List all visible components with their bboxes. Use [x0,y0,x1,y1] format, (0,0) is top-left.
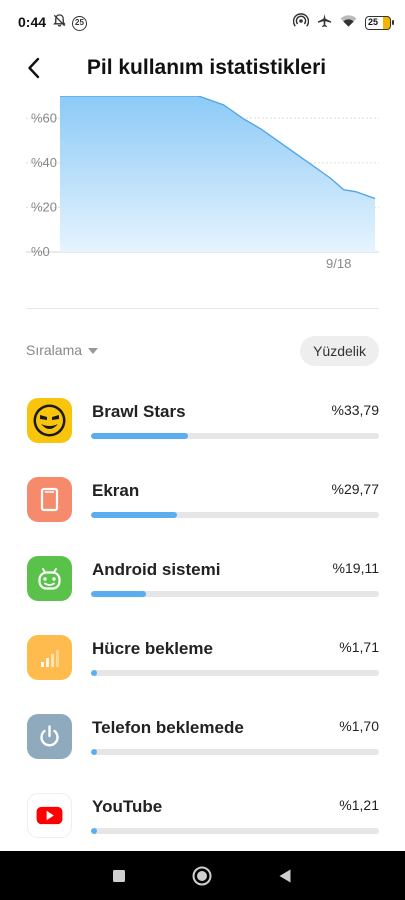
usage-bar-fill [91,749,97,755]
header: Pil kullanım istatistikleri [0,44,405,94]
sort-dropdown[interactable]: Sıralama [26,342,99,358]
navigation-bar [0,851,405,900]
app-row-youtube[interactable]: YouTube %1,21 [0,779,405,858]
usage-bar-track [91,670,379,676]
airplane-icon [317,13,332,33]
page-title: Pil kullanım istatistikleri [86,56,327,79]
app-usage-value: %1,71 [339,639,379,655]
home-icon[interactable] [191,865,213,887]
chevron-down-icon [88,347,99,354]
sort-row: Sıralama Yüzdelik [26,336,379,366]
battery-icon: 25 [365,16,394,30]
sort-label: Sıralama [26,342,83,358]
usage-bar-track [91,749,379,755]
brawl-stars-icon [27,398,72,443]
android-icon [27,556,72,601]
power-icon [27,714,72,759]
battery-usage-chart: %60 %40 %20 %0 9/18 [0,96,405,276]
wifi-icon [340,14,357,33]
app-name: Android sistemi [92,560,221,579]
app-list: Brawl Stars %33,79 Ekran %29,77 Android … [0,384,405,858]
usage-bar-fill [91,591,147,597]
y-tick-label: %40 [31,155,57,170]
app-usage-value: %1,70 [339,718,379,734]
status-time: 0:44 [18,14,47,30]
usage-bar-track [91,828,379,834]
app-name: Telefon beklemede [92,718,244,737]
y-tick-label: %20 [31,199,57,214]
app-usage-value: %19,11 [332,560,379,576]
notification-count-badge: 25 [72,15,87,31]
chart-svg: %60 %40 %20 %0 9/18 [26,96,379,271]
app-usage-value: %1,21 [339,797,379,813]
usage-bar-fill [91,828,97,834]
divider [26,308,379,309]
y-tick-label: %60 [31,110,57,125]
app-row-brawl-stars[interactable]: Brawl Stars %33,79 [0,384,405,463]
signal-icon [27,635,72,680]
usage-bar-fill [91,670,97,676]
youtube-icon [27,793,72,838]
app-name: Hücre bekleme [92,639,213,658]
percentage-button[interactable]: Yüzdelik [300,336,379,366]
usage-bar-fill [91,433,189,439]
y-tick-label: %0 [31,244,50,259]
app-row-phone-idle[interactable]: Telefon beklemede %1,70 [0,700,405,779]
chart-area [60,96,375,252]
status-bar: 0:44 25 25 [0,0,405,44]
app-usage-value: %33,79 [331,402,379,418]
x-tick-label: 9/18 [326,256,351,271]
screen-icon [27,477,72,522]
back-icon[interactable] [274,865,296,887]
bell-off-icon [52,13,67,33]
hotspot-icon [292,13,310,33]
usage-bar-track [91,512,379,518]
app-row-android-system[interactable]: Android sistemi %19,11 [0,542,405,621]
app-usage-value: %29,77 [331,481,379,497]
app-row-ekran[interactable]: Ekran %29,77 [0,463,405,542]
usage-bar-fill [91,512,177,518]
app-name: Ekran [92,481,140,500]
usage-bar-track [91,591,379,597]
app-row-cell-standby[interactable]: Hücre bekleme %1,71 [0,621,405,700]
app-name: Brawl Stars [92,402,186,421]
usage-bar-track [91,433,379,439]
recent-apps-icon[interactable] [108,865,130,887]
app-name: YouTube [92,797,163,816]
